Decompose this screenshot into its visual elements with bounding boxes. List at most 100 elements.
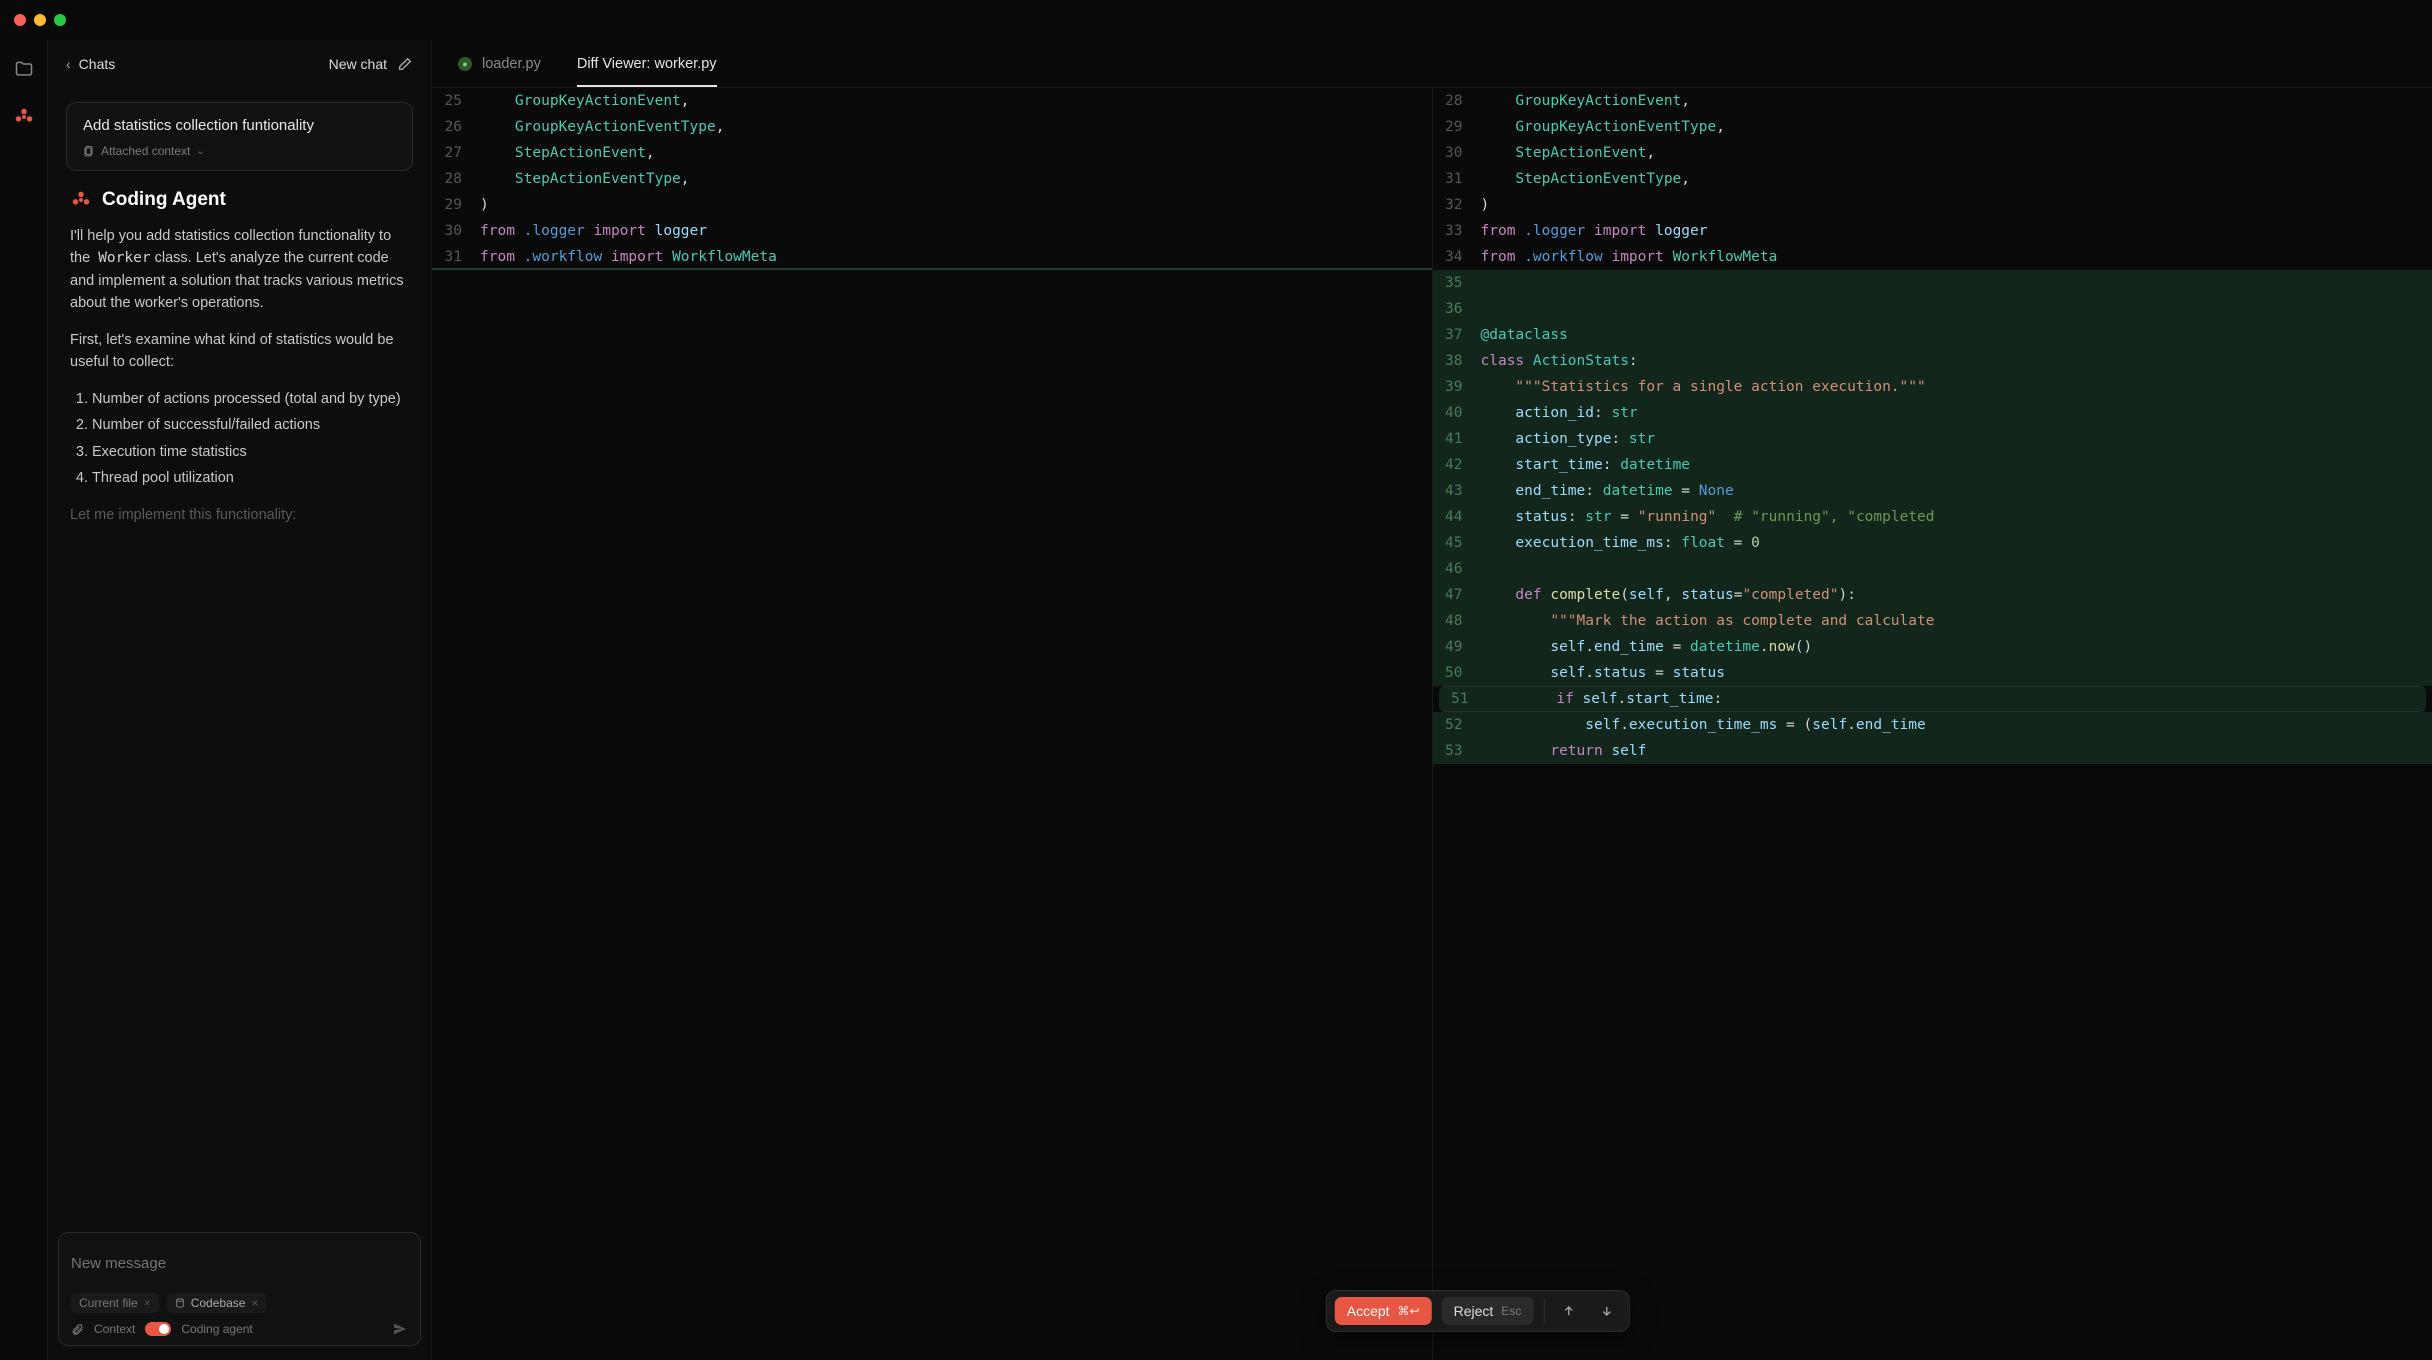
conversation-card[interactable]: Add statistics collection funtionality A…: [66, 102, 413, 171]
tab[interactable]: ●loader.py: [440, 40, 559, 87]
code-line[interactable]: 30 StepActionEvent,: [1433, 140, 2432, 166]
code-line[interactable]: 29 GroupKeyActionEventType,: [1433, 114, 2432, 140]
agent-paragraph-faded: Let me implement this functionality:: [70, 504, 409, 526]
code-line[interactable]: 32): [1433, 192, 2432, 218]
code-content: from .workflow import WorkflowMeta: [1477, 249, 1778, 265]
mode-label: Coding agent: [181, 1322, 252, 1336]
code-line[interactable]: 42 start_time: datetime: [1433, 452, 2432, 478]
code-line[interactable]: 49 self.end_time = datetime.now(): [1433, 634, 2432, 660]
code-content: self.execution_time_ms = (self.end_time: [1477, 717, 1926, 733]
window-maximize-button[interactable]: [54, 14, 66, 26]
line-number: 31: [1433, 171, 1477, 187]
back-label: Chats: [79, 56, 116, 72]
line-number: 36: [1433, 301, 1477, 317]
send-icon[interactable]: [392, 1321, 408, 1337]
code-line[interactable]: 26 GroupKeyActionEventType,: [432, 114, 1432, 140]
next-change-button[interactable]: [1592, 1297, 1620, 1325]
code-line[interactable]: 31from .workflow import WorkflowMeta: [432, 244, 1432, 270]
code-line[interactable]: 45 execution_time_ms: float = 0: [1433, 530, 2432, 556]
context-chip-codebase[interactable]: Codebase ×: [167, 1293, 267, 1313]
code-content: GroupKeyActionEventType,: [476, 119, 724, 135]
message-input[interactable]: [71, 1243, 408, 1283]
code-line[interactable]: 41 action_type: str: [1433, 426, 2432, 452]
prev-change-button[interactable]: [1554, 1297, 1582, 1325]
tab-active[interactable]: Diff Viewer: worker.py: [559, 40, 735, 87]
code-content: from .logger import logger: [1477, 223, 1708, 239]
divider: [1543, 1299, 1544, 1323]
pencil-icon: [397, 56, 413, 72]
close-icon[interactable]: ×: [144, 1296, 151, 1310]
code-line[interactable]: 39 """Statistics for a single action exe…: [1433, 374, 2432, 400]
code-line[interactable]: 46: [1433, 556, 2432, 582]
activity-rail: [0, 40, 48, 1360]
code-line[interactable]: 43 end_time: datetime = None: [1433, 478, 2432, 504]
code-line[interactable]: 37@dataclass: [1433, 322, 2432, 348]
code-content: """Statistics for a single action execut…: [1477, 379, 1926, 395]
code-content: status: str = "running" # "running", "co…: [1477, 509, 1935, 525]
accept-button[interactable]: Accept ⌘↩: [1335, 1297, 1432, 1325]
folder-icon[interactable]: [13, 58, 35, 80]
agent-paragraph: First, let's examine what kind of statis…: [70, 329, 409, 374]
paperclip-icon[interactable]: [71, 1323, 84, 1336]
window-minimize-button[interactable]: [34, 14, 46, 26]
window-close-button[interactable]: [14, 14, 26, 26]
code-line[interactable]: 40 action_id: str: [1433, 400, 2432, 426]
new-chat-button[interactable]: New chat: [329, 56, 413, 72]
code-line[interactable]: 30from .logger import logger: [432, 218, 1432, 244]
code-line[interactable]: 36: [1433, 296, 2432, 322]
line-number: 27: [432, 145, 476, 161]
code-line[interactable]: 52 self.execution_time_ms = (self.end_ti…: [1433, 712, 2432, 738]
code-line[interactable]: 28 GroupKeyActionEvent,: [1433, 88, 2432, 114]
code-content: GroupKeyActionEvent,: [1477, 93, 1691, 109]
code-line[interactable]: 34from .workflow import WorkflowMeta: [1433, 244, 2432, 270]
code-content: from .logger import logger: [476, 223, 707, 239]
new-chat-label: New chat: [329, 56, 387, 72]
code-line[interactable]: 38class ActionStats:: [1433, 348, 2432, 374]
code-content: from .workflow import WorkflowMeta: [476, 249, 777, 265]
tab-label: loader.py: [482, 56, 541, 72]
code-line[interactable]: 53 return self: [1433, 738, 2432, 764]
back-to-chats-button[interactable]: ‹ Chats: [66, 56, 115, 72]
code-content: action_id: str: [1477, 405, 1638, 421]
code-line[interactable]: 44 status: str = "running" # "running", …: [1433, 504, 2432, 530]
agent-response: Coding Agent I'll help you add statistic…: [66, 189, 413, 540]
reject-button[interactable]: Reject Esc: [1442, 1297, 1534, 1325]
context-label[interactable]: Context: [94, 1322, 135, 1336]
code-line[interactable]: 27 StepActionEvent,: [432, 140, 1432, 166]
line-number: 44: [1433, 509, 1477, 525]
editor-tabs: ●loader.pyDiff Viewer: worker.py: [432, 40, 2432, 88]
line-number: 40: [1433, 405, 1477, 421]
coding-agent-toggle[interactable]: [145, 1322, 171, 1336]
attach-icon: [83, 145, 95, 157]
context-chip-current-file[interactable]: Current file ×: [71, 1293, 159, 1313]
code-line[interactable]: 48 """Mark the action as complete and ca…: [1433, 608, 2432, 634]
chevron-down-icon: ⌄: [196, 146, 204, 157]
line-number: 41: [1433, 431, 1477, 447]
code-line[interactable]: 25 GroupKeyActionEvent,: [432, 88, 1432, 114]
line-number: 38: [1433, 353, 1477, 369]
line-number: 28: [1433, 93, 1477, 109]
agent-logo-icon: [70, 189, 92, 211]
line-number: 28: [432, 171, 476, 187]
code-content: StepActionEventType,: [476, 171, 690, 187]
close-icon[interactable]: ×: [251, 1296, 258, 1310]
code-line[interactable]: 35: [1433, 270, 2432, 296]
line-number: 49: [1433, 639, 1477, 655]
code-content: StepActionEvent,: [476, 145, 655, 161]
code-line[interactable]: 33from .logger import logger: [1433, 218, 2432, 244]
code-line[interactable]: 29): [432, 192, 1432, 218]
code-line[interactable]: 50 self.status = status: [1433, 660, 2432, 686]
code-line[interactable]: 31 StepActionEventType,: [1433, 166, 2432, 192]
attached-context-toggle[interactable]: Attached context ⌄: [83, 144, 396, 158]
assistant-icon[interactable]: [13, 106, 35, 128]
code-line[interactable]: 47 def complete(self, status="completed"…: [1433, 582, 2432, 608]
code-line[interactable]: 28 StepActionEventType,: [432, 166, 1432, 192]
reject-label: Reject: [1454, 1303, 1494, 1319]
message-composer: Current file × Codebase ×: [58, 1232, 421, 1346]
line-number: 25: [432, 93, 476, 109]
code-line[interactable]: 51 if self.start_time:: [1439, 686, 2427, 712]
attached-context-label: Attached context: [101, 144, 190, 158]
line-number: 46: [1433, 561, 1477, 577]
code-content: execution_time_ms: float = 0: [1477, 535, 1760, 551]
agent-bullet: Thread pool utilization: [92, 467, 409, 489]
